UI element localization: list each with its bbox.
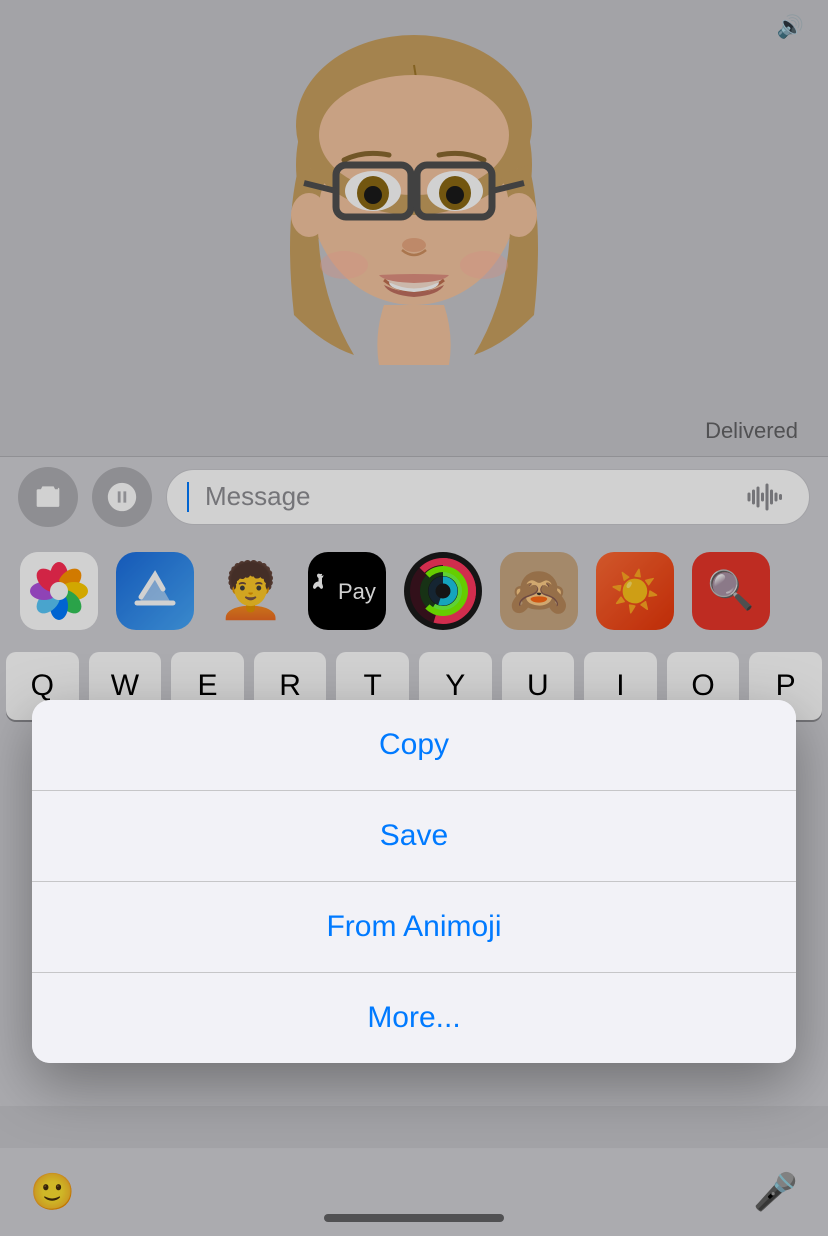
context-menu-more[interactable]: More...	[32, 973, 796, 1063]
context-menu-save[interactable]: Save	[32, 791, 796, 882]
context-menu-copy[interactable]: Copy	[32, 700, 796, 791]
context-menu: Copy Save From Animoji More...	[32, 700, 796, 1063]
context-menu-from-animoji[interactable]: From Animoji	[32, 882, 796, 973]
